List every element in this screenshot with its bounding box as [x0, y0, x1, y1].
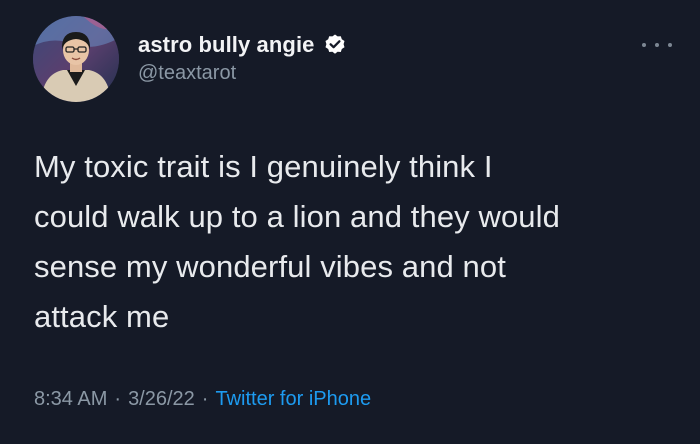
- tweet-time[interactable]: 8:34 AM: [34, 388, 107, 411]
- name-row: astro bully angie: [138, 30, 347, 60]
- tweet-source-link[interactable]: Twitter for iPhone: [215, 388, 371, 411]
- tweet-date[interactable]: 3/26/22: [128, 388, 195, 411]
- tweet-header: astro bully angie @teaxtarot: [33, 14, 347, 104]
- tweet-metadata: 8:34 AM · 3/26/22 · Twitter for iPhone: [34, 388, 371, 411]
- separator: ·: [114, 388, 122, 410]
- more-dot: [642, 43, 646, 47]
- more-options-icon[interactable]: [642, 40, 672, 50]
- display-name[interactable]: astro bully angie: [138, 32, 315, 58]
- user-handle[interactable]: @teaxtarot: [138, 62, 347, 85]
- more-dot: [668, 43, 672, 47]
- verified-badge-icon: [323, 33, 347, 57]
- tweet-card: astro bully angie @teaxtarot My toxic tr…: [0, 0, 700, 444]
- tweet-text: My toxic trait is I genuinely think I co…: [34, 149, 560, 334]
- user-names: astro bully angie @teaxtarot: [138, 30, 347, 85]
- more-dot: [655, 43, 659, 47]
- separator: ·: [201, 388, 209, 410]
- avatar[interactable]: [33, 16, 119, 102]
- avatar-image: [33, 16, 119, 102]
